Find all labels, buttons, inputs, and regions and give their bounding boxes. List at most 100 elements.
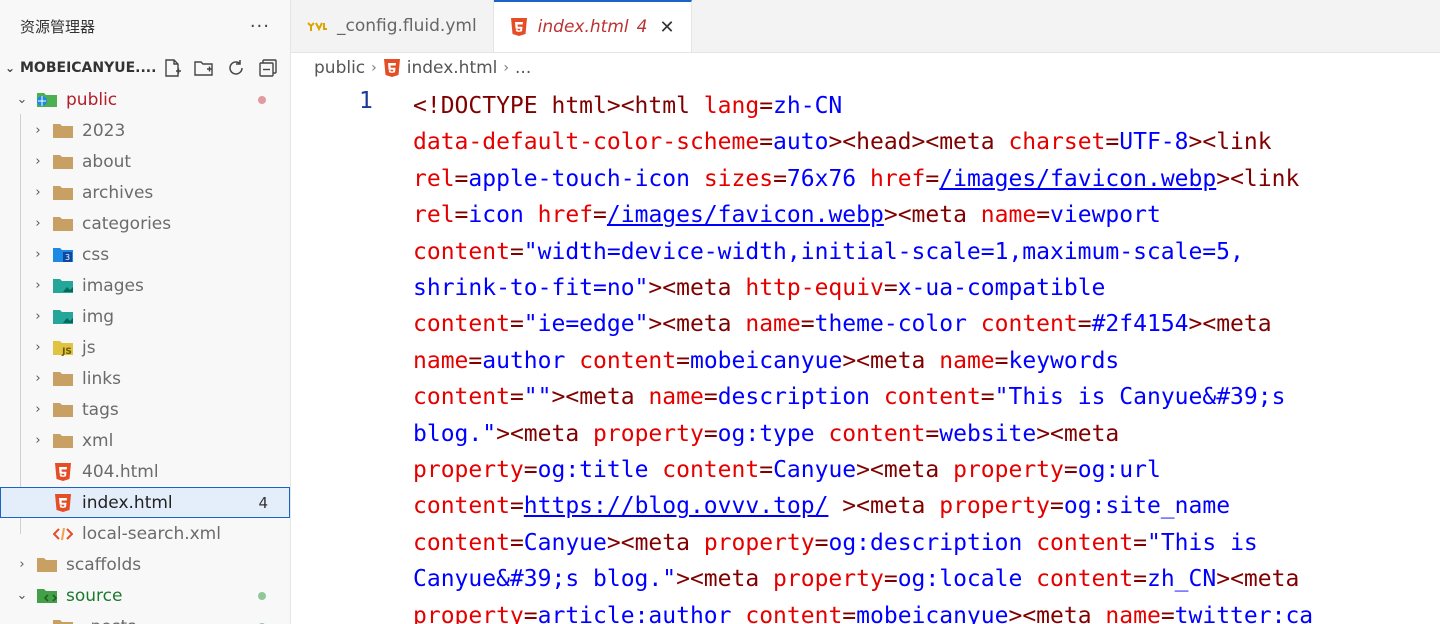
code-token: "This is [1146, 529, 1258, 556]
code-token: zh-CN [773, 93, 843, 119]
tree-item-js[interactable]: › JS js [0, 332, 290, 363]
folder-icon [52, 215, 74, 233]
tab--config-fluid-yml[interactable]: _config.fluid.yml [291, 0, 494, 52]
code-token: = [1050, 493, 1064, 520]
tree-item-css[interactable]: › 3 css [0, 239, 290, 270]
code-token: name [413, 347, 469, 374]
code-token: = [1160, 602, 1175, 624]
tree-item--posts[interactable]: ⌄ _posts [0, 611, 290, 624]
tree-item-categories[interactable]: › categories [0, 208, 290, 239]
code-token: property [413, 602, 524, 624]
code-line: rel=apple-touch-icon sizes=76x76 href=/i… [413, 161, 1313, 197]
tree-item-label: archives [82, 182, 154, 203]
new-file-icon[interactable] [161, 57, 183, 79]
explorer-sidebar: 资源管理器 ··· ⌄ MOBEICANYUE.... ⌄ public › 2023… [0, 0, 291, 624]
tree-item-public[interactable]: ⌄ public [0, 84, 290, 115]
code-token: = [703, 384, 718, 411]
tree-item-label: local-search.xml [82, 523, 221, 544]
code-token: = [842, 602, 857, 624]
code-token: description [717, 384, 884, 411]
code-token: = [454, 165, 469, 192]
tree-item-label: index.html [82, 492, 173, 513]
code-token: property [413, 457, 524, 484]
tree-item-archives[interactable]: › archives [0, 177, 290, 208]
code-token: #2f4154 [1091, 311, 1189, 338]
tree-item-label: source [66, 585, 123, 606]
chevron-right-icon: › [35, 278, 41, 293]
code-link[interactable]: /images/favicon.webp [939, 166, 1216, 192]
chevron-down-icon: ⌄ [30, 619, 46, 624]
more-actions-icon[interactable]: ··· [250, 16, 270, 37]
tree-item-404-html[interactable]: 404.html [0, 456, 290, 487]
code-token: content [980, 311, 1078, 338]
tree-item-tags[interactable]: › tags [0, 394, 290, 425]
code-link[interactable]: /images/favicon.webp [607, 202, 884, 228]
tree-item-label: _posts [82, 617, 136, 624]
code-token: ><meta [676, 566, 774, 593]
code-token: name [745, 311, 801, 338]
code-token: content [579, 347, 677, 374]
code-line: content="ie=edge"><meta name=theme-color… [413, 306, 1313, 342]
code-token: content [828, 420, 926, 447]
code-token: = [1133, 566, 1147, 593]
code-token: viewport [1050, 202, 1161, 229]
chevron-down-icon: ⌄ [4, 61, 16, 75]
code-token: zh_CN [1146, 566, 1217, 593]
chevron-right-icon: › [35, 433, 41, 448]
code-token: UTF-8 [1119, 129, 1189, 156]
code-token: og:title [537, 457, 663, 484]
refresh-icon[interactable] [225, 57, 247, 79]
folder-icon [52, 184, 74, 202]
folder-images-icon [52, 277, 74, 295]
new-folder-icon[interactable] [193, 57, 215, 79]
code-token: = [773, 165, 787, 192]
html5-icon [383, 58, 401, 78]
code-token: Canyue [523, 529, 607, 556]
breadcrumb-symbols[interactable]: ... [515, 58, 531, 78]
workspace-root[interactable]: ⌄ MOBEICANYUE.... [0, 52, 290, 84]
code-token: = [1036, 202, 1051, 229]
tree-item-links[interactable]: › links [0, 363, 290, 394]
code-token: <!DOCTYPE html><html [413, 93, 704, 119]
code-token: x-ua-compatible [897, 275, 1106, 302]
tree-item-label: xml [82, 430, 114, 451]
breadcrumb-file[interactable]: index.html [407, 58, 498, 78]
chevron-down-icon: ⌄ [16, 92, 28, 107]
tab-index-html[interactable]: index.html 4 ✕ [493, 0, 692, 52]
code-line: content=Canyue><meta property=og:descrip… [413, 525, 1313, 561]
tree-item-scaffolds[interactable]: › scaffolds [0, 549, 290, 580]
code-token: = [883, 275, 898, 302]
code-token: data-default-color-scheme [413, 129, 760, 156]
code-token: = [593, 202, 607, 229]
code-token: = [509, 384, 524, 411]
tree-item-img[interactable]: › img [0, 301, 290, 332]
code-content[interactable]: <!DOCTYPE html><html lang=zh-CN data-defa… [413, 88, 1313, 624]
tree-item-2023[interactable]: › 2023 [0, 115, 290, 146]
code-editor[interactable]: 1 <!DOCTYPE html><html lang=zh-CN data-de… [291, 84, 1440, 624]
code-token: content [413, 493, 510, 520]
collapse-all-icon[interactable] [257, 57, 279, 79]
code-token: content [413, 311, 510, 338]
tree-item-source[interactable]: ⌄ source [0, 580, 290, 611]
yaml-icon [307, 20, 327, 32]
tree-item-images[interactable]: › images [0, 270, 290, 301]
code-token: = [980, 384, 995, 411]
tree-item-index-html[interactable]: index.html 4 [0, 487, 290, 518]
chevron-right-icon: › [371, 60, 377, 76]
tree-item-local-search-xml[interactable]: local-search.xml [0, 518, 290, 549]
code-link[interactable]: https://blog.ovvv.top/ [524, 493, 829, 519]
code-token: content [1036, 566, 1134, 593]
code-line: content="width=device-width,initial-scal… [413, 234, 1313, 270]
code-token: = [468, 347, 483, 374]
tree-item-about[interactable]: › about [0, 146, 290, 177]
code-token: content [1036, 529, 1134, 556]
breadcrumb-folder[interactable]: public [314, 58, 365, 78]
code-token: = [800, 311, 815, 338]
tree-item-label: css [82, 244, 110, 265]
code-token: = [1077, 311, 1092, 338]
code-token: mobeicanyue [856, 602, 1009, 624]
code-token: content [413, 384, 510, 411]
code-token: Canyue [773, 457, 857, 484]
tree-item-xml[interactable]: › xml [0, 425, 290, 456]
close-icon[interactable]: ✕ [659, 17, 674, 38]
